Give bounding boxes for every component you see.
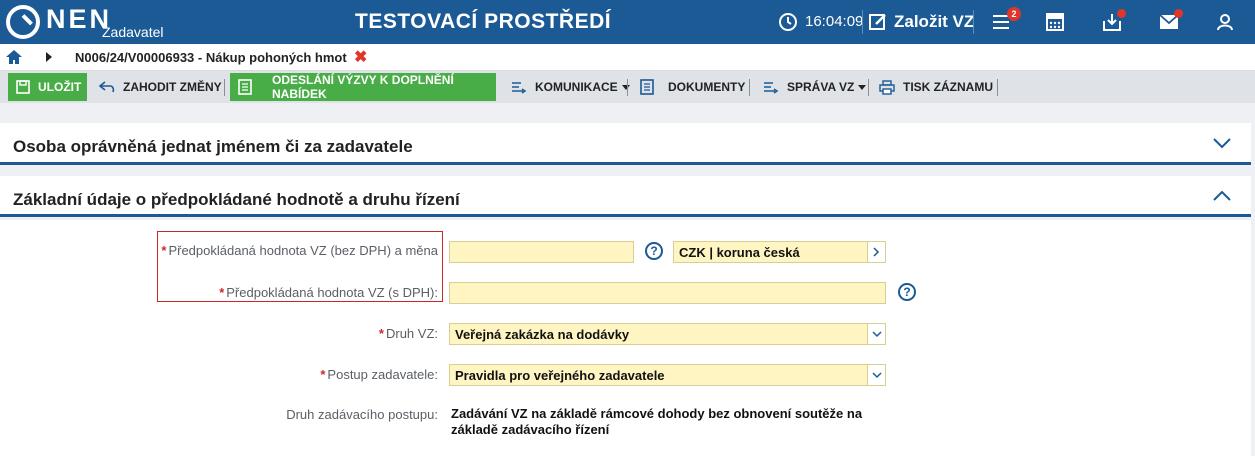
award-type-value: Zadávání VZ na základě rámcové dohody be…	[451, 406, 863, 437]
home-icon[interactable]	[6, 50, 22, 64]
top-header: NEN Zadavatel TESTOVACÍ PROSTŘEDÍ 16:04:…	[0, 0, 1255, 44]
value-excl-vat-input[interactable]	[449, 241, 634, 263]
communication-label: KOMUNIKACE	[535, 80, 618, 94]
print-record-label: TISK ZÁZNAMU	[903, 80, 993, 94]
edit-icon	[869, 14, 886, 30]
breadcrumb: N006/24/V00006933 - Nákup pohoných hmot …	[0, 44, 1255, 71]
environment-title: TESTOVACÍ PROSTŘEDÍ	[355, 10, 612, 33]
panel-title: Základní údaje o předpokládané hodnotě a…	[13, 190, 460, 209]
contract-type-label-text: Druh VZ:	[385, 326, 438, 341]
contract-type-select[interactable]: Veřejná zakázka na dodávky	[449, 323, 886, 345]
header-divider	[862, 10, 863, 34]
create-contract-button[interactable]: Založit VZ	[868, 8, 974, 36]
logo-subtitle: Zadavatel	[102, 24, 164, 40]
save-icon	[16, 80, 30, 94]
send-request-label: ODESLÁNÍ VÝZVY K DOPLNĚNÍ NABÍDEK	[272, 73, 454, 101]
header-divider	[973, 10, 974, 34]
action-toolbar: ULOŽIT ZAHODIT ZMĚNY ODESLÁNÍ VÝZVY K DO…	[0, 71, 1255, 103]
documents-label: DOKUMENTY	[668, 80, 746, 94]
toolbar-divider	[627, 79, 628, 96]
toolbar-divider	[997, 79, 998, 96]
toolbar-divider	[868, 79, 869, 96]
breadcrumb-arrow-icon	[46, 52, 52, 62]
award-type-label: Druh zadávacího postupu:	[286, 407, 438, 422]
save-label: ULOŽIT	[38, 80, 82, 94]
value-incl-vat-label-text: Předpokládaná hodnota VZ (s DPH):	[226, 285, 438, 300]
discard-changes-button[interactable]: ZAHODIT ZMĚNY	[99, 73, 222, 101]
nen-logo[interactable]	[6, 4, 40, 40]
contract-type-label: * Druh VZ:	[160, 326, 438, 341]
breadcrumb-contract[interactable]: N006/24/V00006933 - Nákup pohoných hmot	[75, 50, 347, 65]
user-icon	[1217, 14, 1233, 31]
close-contract-icon[interactable]: ✖	[354, 47, 367, 67]
session-time: 16:04:09	[805, 13, 864, 30]
help-icon[interactable]: ?	[645, 242, 663, 260]
chevron-up-icon[interactable]	[1212, 190, 1232, 202]
panel-title: Osoba oprávněná jednat jménem či za zada…	[13, 137, 413, 156]
required-mark: *	[378, 326, 384, 341]
calculator-icon	[1046, 13, 1064, 31]
document-icon	[640, 79, 654, 95]
communication-icon	[511, 80, 527, 94]
toolbar-divider	[749, 79, 750, 96]
procedure-value: Pravidla pro veřejného zadavatele	[455, 368, 665, 383]
mail-notification-dot	[1174, 9, 1183, 18]
value-incl-vat-label: * Předpokládaná hodnota VZ (s DPH):	[160, 285, 438, 300]
document-icon	[238, 79, 252, 95]
discard-changes-label: ZAHODIT ZMĚNY	[123, 80, 222, 94]
contract-management-menu[interactable]: SPRÁVA VZ	[763, 73, 867, 101]
currency-value: CZK | koruna česká	[679, 245, 800, 260]
management-icon	[763, 80, 779, 94]
undo-icon	[99, 80, 115, 94]
basic-info-panel-header[interactable]: Základní údaje o předpokládané hodnotě a…	[0, 176, 1251, 217]
logo-mark	[6, 5, 40, 39]
chevron-down-icon	[858, 84, 867, 90]
chevron-down-icon[interactable]	[1212, 137, 1232, 149]
create-contract-label: Založit VZ	[894, 12, 975, 31]
currency-select[interactable]: CZK | koruna česká	[673, 241, 886, 263]
documents-button[interactable]: DOKUMENTY	[640, 73, 745, 101]
chevron-down-icon[interactable]	[867, 365, 885, 385]
required-mark: *	[219, 285, 225, 300]
help-icon[interactable]: ?	[898, 283, 916, 301]
authorized-person-panel[interactable]: Osoba oprávněná jednat jménem či za zada…	[0, 123, 1251, 165]
print-icon	[879, 79, 895, 95]
communication-menu[interactable]: KOMUNIKACE	[511, 73, 630, 101]
required-mark: *	[161, 243, 167, 258]
value-excl-vat-label-text: Předpokládaná hodnota VZ (bez DPH) a měn…	[168, 243, 438, 258]
toolbar-divider	[224, 79, 225, 96]
required-mark: *	[320, 367, 326, 382]
contract-management-label: SPRÁVA VZ	[787, 80, 855, 94]
value-incl-vat-input[interactable]	[449, 282, 886, 304]
value-excl-vat-label: * Předpokládaná hodnota VZ (bez DPH) a mě…	[160, 243, 438, 258]
procedure-label: * Postup zadavatele:	[160, 367, 438, 382]
save-button[interactable]: ULOŽIT	[8, 73, 87, 101]
calculator-button[interactable]	[1041, 8, 1069, 36]
inbox-notification-dot	[1117, 9, 1126, 18]
tasks-badge: 2	[1007, 7, 1021, 21]
procedure-select[interactable]: Pravidla pro veřejného zadavatele	[449, 364, 886, 386]
chevron-down-icon[interactable]	[867, 324, 885, 344]
user-button[interactable]	[1211, 8, 1239, 36]
chevron-down-icon	[621, 84, 630, 90]
contract-type-value: Veřejná zakázka na dodávky	[455, 327, 630, 342]
print-record-button[interactable]: TISK ZÁZNAMU	[879, 73, 993, 101]
procedure-label-text: Postup zadavatele:	[327, 367, 438, 382]
clock-icon	[779, 13, 797, 31]
send-request-button[interactable]: ODESLÁNÍ VÝZVY K DOPLNĚNÍ NABÍDEK	[230, 73, 496, 101]
chevron-right-icon[interactable]	[867, 242, 885, 262]
